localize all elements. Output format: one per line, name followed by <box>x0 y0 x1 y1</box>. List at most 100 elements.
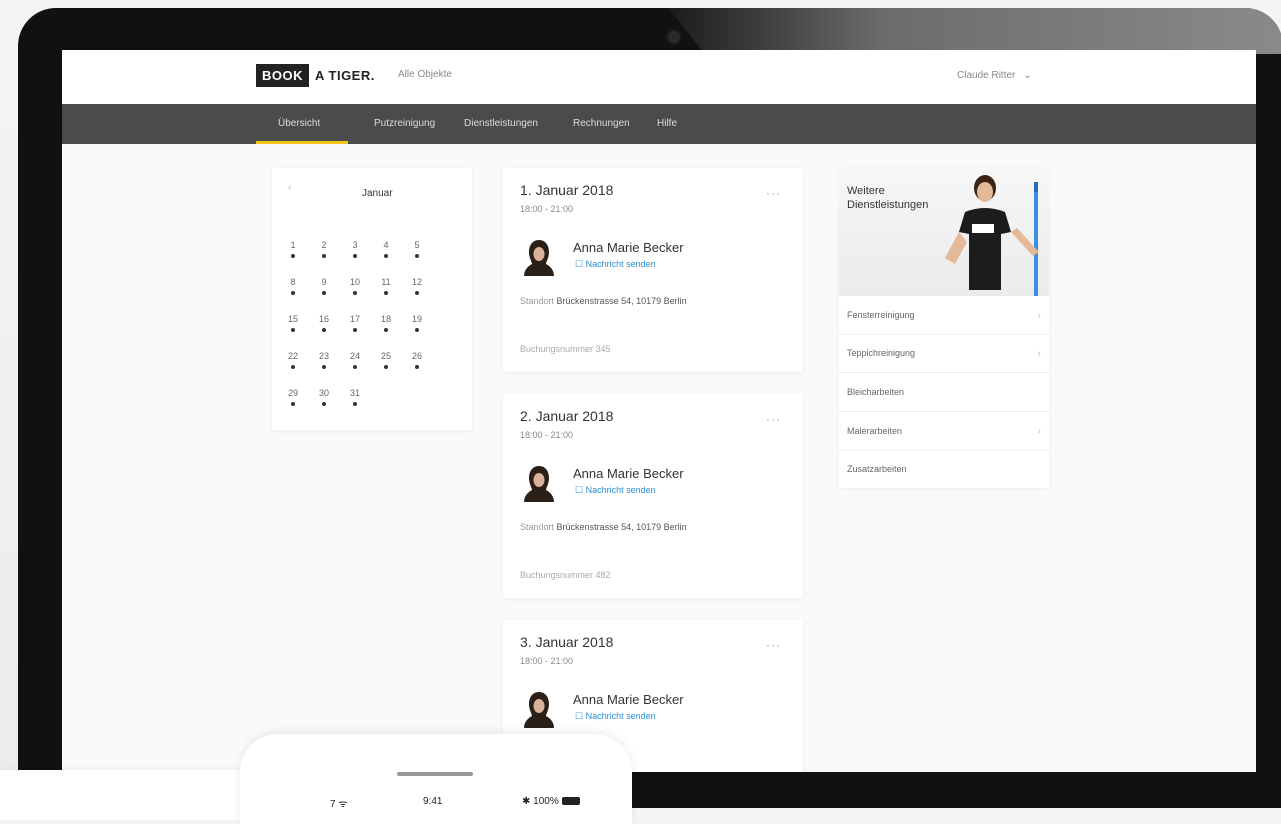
calendar-day[interactable]: 22 <box>280 351 306 361</box>
appointment-dot <box>322 402 326 406</box>
calendar-day[interactable]: 30 <box>311 388 337 398</box>
cleaner-name: Anna Marie Becker <box>573 466 684 481</box>
appointment-address: Standort Brückenstrasse 54, 10179 Berlin <box>520 296 687 306</box>
calendar-day[interactable]: 26 <box>404 351 430 361</box>
appointment-date: 1. Januar 2018 <box>520 182 614 198</box>
top-bar: BOOK A TIGER. Alle Objekte Claude Ritter… <box>62 50 1256 104</box>
calendar-day[interactable]: 9 <box>311 277 337 287</box>
calendar-day[interactable]: 15 <box>280 314 306 324</box>
appointment-dot <box>322 328 326 332</box>
services-hero[interactable]: Weitere Dienstleistungen <box>839 168 1049 296</box>
chevron-right-icon: › <box>1037 426 1041 437</box>
appointment-card[interactable]: 2. Januar 2018 18:00 - 21:00 ··· Anna Ma… <box>503 394 803 598</box>
logo-text: A TIGER. <box>315 67 375 83</box>
calendar-day[interactable]: 12 <box>404 277 430 287</box>
appointment-dot <box>415 328 419 332</box>
laptop-gloss <box>668 8 1281 54</box>
appointment-dot <box>291 254 295 258</box>
calendar-day[interactable]: 11 <box>373 277 399 287</box>
nav-tab-cleaning[interactable]: Putzreinigung <box>374 118 435 129</box>
appointment-dot <box>291 365 295 369</box>
calendar-day[interactable]: 4 <box>373 240 399 250</box>
cleaner-name: Anna Marie Becker <box>573 240 684 255</box>
app-screen: BOOK A TIGER. Alle Objekte Claude Ritter… <box>62 50 1256 772</box>
service-item-painting[interactable]: Malerarbeiten › <box>847 426 1041 437</box>
more-options-icon[interactable]: ··· <box>766 186 781 200</box>
appointment-dot <box>384 365 388 369</box>
main-nav: Übersicht Putzreinigung Dienstleistungen… <box>62 104 1256 144</box>
appointment-card[interactable]: 1. Januar 2018 18:00 - 21:00 ··· Anna Ma… <box>503 168 803 372</box>
services-card: Weitere Dienstleistungen Fensterreinigun… <box>839 168 1049 488</box>
appointment-dot <box>353 254 357 258</box>
services-title-line1: Weitere <box>847 185 885 197</box>
battery-label: 100% <box>533 796 559 807</box>
nav-tab-invoices[interactable]: Rechnungen <box>573 118 630 129</box>
calendar-day[interactable]: 5 <box>404 240 430 250</box>
appointment-dot <box>384 291 388 295</box>
phone-speaker <box>397 772 473 776</box>
chevron-right-icon: › <box>1037 348 1041 359</box>
send-message-label: Nachricht senden <box>585 711 656 721</box>
user-name: Claude Ritter <box>957 70 1016 81</box>
chevron-down-icon: ⌄ <box>1023 70 1032 81</box>
service-label: Zusatzarbeiten <box>847 464 907 474</box>
address-label: Standort <box>520 522 555 532</box>
cleaner-photo <box>945 175 1039 296</box>
avatar <box>524 466 554 502</box>
service-label: Malerarbeiten <box>847 426 903 436</box>
appointment-dot <box>384 328 388 332</box>
appointment-time: 18:00 - 21:00 <box>520 430 574 440</box>
more-options-icon[interactable]: ··· <box>766 412 781 426</box>
calendar-day[interactable]: 16 <box>311 314 337 324</box>
calendar-day[interactable]: 1 <box>280 240 306 250</box>
calendar-day[interactable]: 29 <box>280 388 306 398</box>
logo-box: BOOK <box>256 63 309 87</box>
calendar-day[interactable]: 8 <box>280 277 306 287</box>
send-message-link[interactable]: ☐ Nachricht senden <box>575 485 656 496</box>
service-item-carpets[interactable]: Teppichreinigung › <box>847 348 1041 359</box>
nav-tab-services[interactable]: Dienstleistungen <box>464 118 538 129</box>
appointment-dot <box>353 291 357 295</box>
appointment-dot <box>415 365 419 369</box>
send-message-link[interactable]: ☐ Nachricht senden <box>575 711 656 722</box>
calendar-day[interactable]: 10 <box>342 277 368 287</box>
divider <box>839 411 1049 412</box>
calendar-day[interactable]: 24 <box>342 351 368 361</box>
calendar-day[interactable]: 31 <box>342 388 368 398</box>
calendar-day[interactable]: 19 <box>404 314 430 324</box>
service-item-extra[interactable]: Zusatzarbeiten <box>847 464 1041 474</box>
appointment-dot <box>415 291 419 295</box>
camera-icon <box>668 31 680 43</box>
avatar <box>524 240 554 276</box>
objects-selector[interactable]: Alle Objekte <box>398 69 452 80</box>
calendar-day[interactable]: 25 <box>373 351 399 361</box>
phone-time: 9:41 <box>423 796 443 807</box>
active-tab-indicator <box>256 141 348 144</box>
send-message-label: Nachricht senden <box>585 485 656 495</box>
chevron-right-icon: › <box>1037 310 1041 321</box>
service-item-windows[interactable]: Fensterreinigung › <box>847 310 1041 321</box>
appointment-dot <box>322 291 326 295</box>
address-value: Brückenstrasse 54, 10179 Berlin <box>556 296 687 306</box>
chevron-left-icon[interactable]: ‹ <box>288 182 291 193</box>
nav-tab-help[interactable]: Hilfe <box>657 118 677 129</box>
calendar-day[interactable]: 2 <box>311 240 337 250</box>
calendar-day[interactable]: 23 <box>311 351 337 361</box>
booking-number: Buchungsnummer 345 <box>520 344 611 354</box>
battery-indicator: ✱ 100% <box>522 796 580 807</box>
appointment-dot <box>322 365 326 369</box>
nav-tab-overview[interactable]: Übersicht <box>278 118 320 129</box>
phone-device: 7 ᯤ 9:41 ✱ 100% <box>240 734 632 824</box>
user-menu[interactable]: Claude Ritter ⌄ <box>957 70 1032 81</box>
brand-logo[interactable]: BOOK A TIGER. <box>256 63 375 87</box>
service-item-bleach[interactable]: Bleicharbeiten <box>847 387 1041 397</box>
battery-icon <box>561 797 580 806</box>
calendar-day[interactable]: 17 <box>342 314 368 324</box>
more-options-icon[interactable]: ··· <box>766 638 781 652</box>
send-message-link[interactable]: ☐ Nachricht senden <box>575 259 656 270</box>
calendar-day[interactable]: 18 <box>373 314 399 324</box>
appointment-dot <box>353 365 357 369</box>
divider <box>839 372 1049 373</box>
calendar-day[interactable]: 3 <box>342 240 368 250</box>
appointment-date: 3. Januar 2018 <box>520 634 614 650</box>
